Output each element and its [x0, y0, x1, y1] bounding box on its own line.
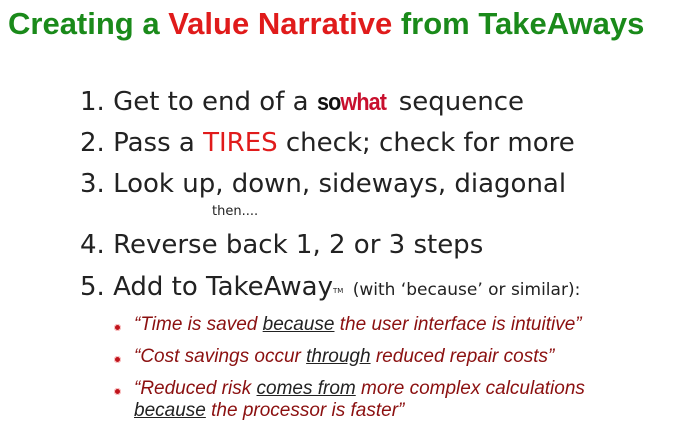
step-5-number: 5. [80, 272, 105, 302]
step-2-number: 2. [80, 128, 105, 158]
trademark-mark: TM [333, 287, 344, 295]
bullet-1: “Time is saved because the user interfac… [134, 314, 582, 335]
step-5-text: Add to TakeAway [113, 272, 333, 302]
step-1-text-end: sequence [390, 87, 525, 117]
bullet-dot-3 [114, 388, 121, 395]
step-2-text-end: check; check for more [277, 128, 575, 158]
title-part-1: Creating a [8, 6, 169, 41]
tires-word: TIRES [203, 128, 278, 158]
step-4-number: 4. [80, 230, 105, 260]
bullet-dot-2 [114, 356, 121, 363]
underlined-because: because [262, 314, 335, 335]
logo-so: so [316, 89, 341, 116]
bullet-2: “Cost savings occur through reduced repa… [134, 346, 555, 367]
step-1-text: Get to end of a [113, 87, 317, 117]
bullet-3: “Reduced risk comes from more complex ca… [134, 378, 585, 421]
step-2: 2. Pass a TIRES check; check for more [80, 127, 575, 159]
slide-title: Creating a Value Narrative from TakeAway… [8, 4, 693, 44]
sowhat-logo: sowhat [316, 87, 387, 119]
step-3-number: 3. [80, 169, 105, 199]
then-note: then.... [212, 204, 259, 219]
title-part-2: Value Narrative [168, 6, 393, 41]
title-part-3: from TakeAways [392, 6, 645, 41]
step-3-text: Look up, down, sideways, diagonal [113, 169, 567, 199]
step-1-number: 1. [80, 87, 105, 117]
step-4-text: Reverse back 1, 2 or 3 steps [113, 230, 484, 260]
step-1: 1. Get to end of a sowhat sequence [80, 86, 524, 119]
underlined-through: through [306, 346, 371, 367]
step-5: 5. Add to TakeAwayTM (with ‘because’ or … [80, 271, 580, 306]
underlined-because-2: because [134, 400, 206, 421]
bullet-dot-1 [114, 324, 121, 331]
step-4: 4. Reverse back 1, 2 or 3 steps [80, 229, 483, 261]
step-2-text: Pass a [113, 128, 204, 158]
logo-what: what [340, 89, 386, 116]
underlined-comes-from: comes from [256, 378, 356, 399]
step-5-text-end: (with ‘because’ or similar): [347, 280, 581, 300]
step-3: 3. Look up, down, sideways, diagonal [80, 168, 566, 200]
